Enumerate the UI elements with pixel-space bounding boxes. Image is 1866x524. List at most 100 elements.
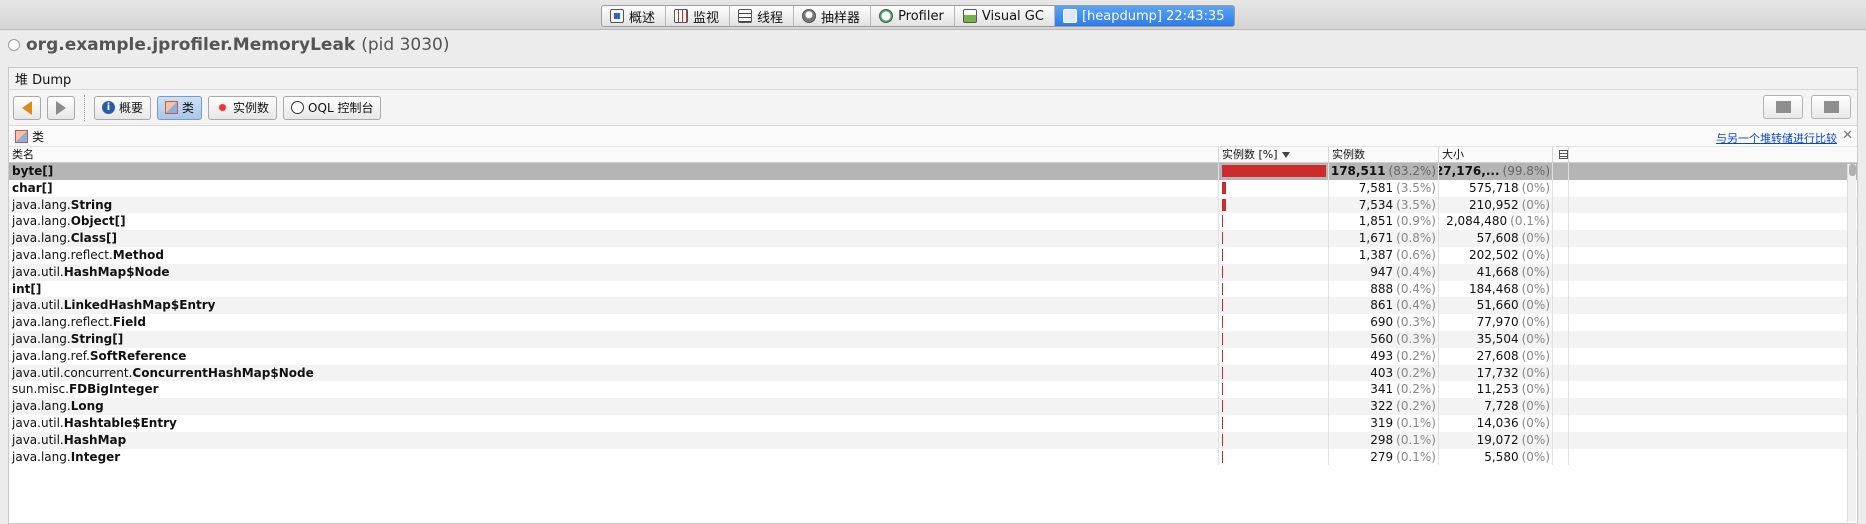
process-status-icon <box>8 39 20 51</box>
table-row[interactable]: java.lang.Class[] 1,671 (0.8%) 57,608 (0%) <box>9 230 1857 247</box>
back-button[interactable] <box>13 95 41 120</box>
vertical-scrollbar[interactable] <box>1847 164 1856 522</box>
instances-cell: 888 (0.4%) <box>1329 280 1439 298</box>
size-value: 184,468 <box>1468 281 1519 296</box>
instances-pct-cell <box>1219 414 1329 432</box>
table-row[interactable]: java.lang.Integer 279 (0.1%) 5,580 (0%) <box>9 448 1857 466</box>
save-heap-dump-button[interactable] <box>1763 95 1803 119</box>
class-name-cell: java.util.HashMap$Node <box>9 263 1219 281</box>
app-pid: (pid 3030) <box>361 35 450 55</box>
tab-sampler[interactable]: 抽样器 <box>794 6 872 26</box>
instances-pct-cell <box>1219 330 1329 348</box>
class-simple-name: int[] <box>12 281 42 296</box>
spacer-cell <box>1553 431 1569 449</box>
instance-percent: (83.2%) <box>1388 164 1436 178</box>
class-name-cell: java.lang.String[] <box>9 330 1219 348</box>
summary-button[interactable]: i 概要 <box>94 95 152 120</box>
close-icon[interactable]: ✕ <box>1842 128 1853 143</box>
class-name-cell: java.lang.Class[] <box>9 230 1219 247</box>
size-value: 57,608 <box>1476 231 1519 246</box>
size-percent: (0%) <box>1521 180 1550 195</box>
tab-threads[interactable]: 线程 <box>730 6 795 26</box>
instance-count: 178,511 <box>1330 164 1386 178</box>
table-row[interactable]: java.lang.String 7,534 (3.5%) 210,952 (0%) <box>9 196 1857 214</box>
instances-button[interactable]: 实例数 <box>208 95 278 120</box>
scrollbar-thumb[interactable] <box>1849 164 1856 176</box>
table-row[interactable]: java.util.LinkedHashMap$Entry 861 (0.4%) 51… <box>9 297 1857 315</box>
class-name-cell: char[] <box>9 179 1219 197</box>
table-row[interactable]: java.lang.ref.SoftReference 493 (0.2%) 27,6… <box>9 347 1857 365</box>
table-row[interactable]: java.util.Hashtable$Entry 319 (0.1%) 14,036… <box>9 414 1857 432</box>
column-header-size[interactable]: 大小 <box>1439 147 1553 162</box>
table-row[interactable]: char[] 7,581 (3.5%) 575,718 (0%) <box>9 179 1857 197</box>
spacer-cell <box>1553 196 1569 214</box>
table-row[interactable]: java.util.HashMap 298 (0.1%) 19,072 (0%) <box>9 431 1857 449</box>
instances-pct-cell <box>1219 314 1329 331</box>
instances-cell: 7,581 (3.5%) <box>1329 179 1439 197</box>
instance-count: 888 <box>1370 281 1394 296</box>
table-row[interactable]: java.lang.Long 322 (0.2%) 7,728 (0%) <box>9 398 1857 415</box>
instances-pct-bar <box>1222 450 1223 463</box>
package-name: java.lang. <box>12 399 71 414</box>
spacer-cell <box>1553 280 1569 298</box>
column-header-instances-pct[interactable]: 实例数 [%] <box>1219 147 1329 162</box>
instances-pct-cell <box>1219 196 1329 214</box>
spacer-cell <box>1553 297 1569 315</box>
package-name: java.util. <box>12 432 64 447</box>
compare-heap-dump-link[interactable]: 与另一个堆转储进行比较 <box>1716 130 1837 146</box>
class-name-cell: java.lang.Long <box>9 398 1219 415</box>
table-row[interactable]: java.lang.String[] 560 (0.3%) 35,504 (0%) <box>9 330 1857 348</box>
size-cell: 77,970 (0%) <box>1439 314 1553 331</box>
column-label: 实例数 [%] <box>1222 148 1278 161</box>
instances-pct-cell <box>1219 213 1329 231</box>
instances-label: 实例数 <box>233 101 270 115</box>
class-name-cell: int[] <box>9 280 1219 298</box>
spacer-cell <box>1553 246 1569 264</box>
tab-label: 线程 <box>757 10 784 26</box>
tab-heapdump[interactable]: [heapdump] 22:43:35 <box>1054 6 1235 26</box>
size-value: 202,502 <box>1468 247 1519 262</box>
size-percent: (0%) <box>1521 197 1550 212</box>
table-row[interactable]: java.lang.Object[] 1,851 (0.9%) 2,084,480 (0… <box>9 213 1857 231</box>
class-name-cell: java.util.concurrent.ConcurrentHashMap$N… <box>9 364 1219 382</box>
oql-label: OQL 控制台 <box>308 101 374 115</box>
size-percent: (0%) <box>1521 415 1550 430</box>
instances-pct-bar <box>1222 282 1223 295</box>
class-simple-name: Object[] <box>70 214 126 229</box>
section-title: 堆 Dump <box>15 73 72 88</box>
table-row[interactable]: java.util.concurrent.ConcurrentHashMap$N… <box>9 364 1857 382</box>
table-row[interactable]: java.util.HashMap$Node 947 (0.4%) 41,668 (0%… <box>9 263 1857 281</box>
oql-console-button[interactable]: OQL 控制台 <box>283 95 382 120</box>
size-percent: (0.1%) <box>1510 214 1550 229</box>
heapdump-icon <box>1062 9 1077 23</box>
table-row[interactable]: sun.misc.FDBigInteger 341 (0.2%) 11,253 (0%) <box>9 381 1857 399</box>
package-name: java.lang. <box>12 331 71 346</box>
tab-visual-gc[interactable]: Visual GC <box>955 6 1055 26</box>
class-simple-name: ConcurrentHashMap$Node <box>132 365 314 380</box>
column-header-class-name[interactable]: 类名 <box>9 147 1219 162</box>
class-name-cell: byte[] <box>9 163 1219 180</box>
instances-pct-cell <box>1219 163 1329 180</box>
forward-button[interactable] <box>47 95 75 120</box>
package-name: java.lang.reflect. <box>12 315 113 330</box>
table-row[interactable]: int[] 888 (0.4%) 184,468 (0%) <box>9 280 1857 298</box>
column-header-instances[interactable]: 实例数 <box>1329 147 1439 162</box>
view-options-button[interactable] <box>1811 95 1851 119</box>
size-cell: 51,660 (0%) <box>1439 297 1553 315</box>
instances-pct-bar <box>1222 332 1223 345</box>
tab-profiler[interactable]: Profiler <box>871 6 955 26</box>
classes-panel-header: 类 与另一个堆转储进行比较 ✕ <box>9 127 1857 147</box>
table-row[interactable]: java.lang.reflect.Method 1,387 (0.6%) 202,5… <box>9 246 1857 264</box>
column-menu-button[interactable] <box>1553 147 1569 162</box>
table-row[interactable]: byte[] 178,511(83.2%)1,827,176,...(99.8%) <box>9 163 1857 180</box>
instance-percent: (3.5%) <box>1396 180 1436 195</box>
class-name-cell: java.lang.reflect.Field <box>9 314 1219 331</box>
instances-pct-bar <box>1222 316 1223 329</box>
classes-button[interactable]: 类 <box>157 95 203 120</box>
class-name-cell: java.lang.String <box>9 196 1219 214</box>
instances-cell: 298 (0.1%) <box>1329 431 1439 449</box>
tab-monitor[interactable]: 监视 <box>666 6 731 26</box>
instances-cell: 1,387 (0.6%) <box>1329 246 1439 264</box>
table-row[interactable]: java.lang.reflect.Field 690 (0.3%) 77,970 (0… <box>9 314 1857 331</box>
tab-overview[interactable]: 概述 <box>602 6 667 26</box>
